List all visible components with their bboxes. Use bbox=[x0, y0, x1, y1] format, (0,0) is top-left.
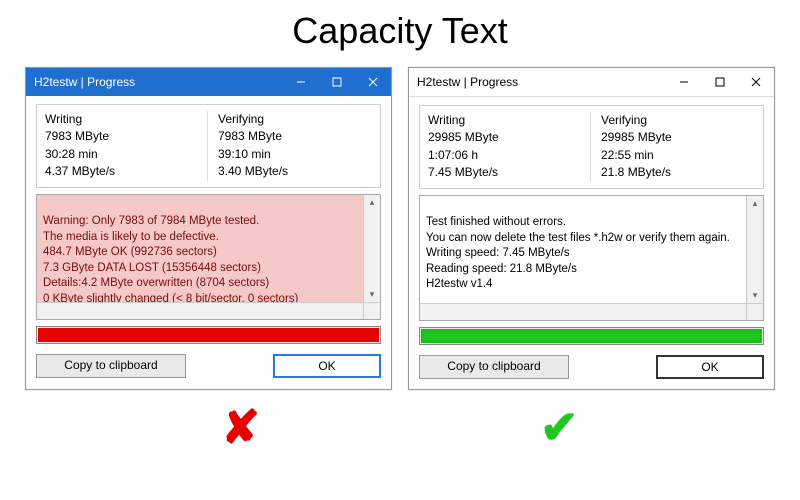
writing-speed: 4.37 MByte/s bbox=[45, 163, 199, 180]
stats-panel: Writing 7983 MByte 30:28 min 4.37 MByte/… bbox=[36, 104, 381, 188]
window-controls bbox=[283, 68, 391, 96]
scroll-up-icon[interactable]: ▴ bbox=[747, 196, 763, 212]
verifying-bytes: 29985 MByte bbox=[601, 129, 755, 146]
writing-column: Writing 29985 MByte 1:07:06 h 7.45 MByte… bbox=[428, 112, 591, 182]
button-row: Copy to clipboard OK bbox=[419, 355, 764, 379]
maximize-button[interactable] bbox=[702, 68, 738, 96]
log-output[interactable]: Test finished without errors. You can no… bbox=[419, 195, 764, 321]
scroll-down-icon[interactable]: ▾ bbox=[364, 287, 380, 303]
progress-fill bbox=[421, 329, 762, 343]
writing-speed: 7.45 MByte/s bbox=[428, 164, 582, 181]
ok-button[interactable]: OK bbox=[273, 354, 381, 378]
writing-label: Writing bbox=[428, 112, 582, 129]
maximize-button[interactable] bbox=[319, 68, 355, 96]
scrollbar-horizontal[interactable]: ◂ ▸ bbox=[420, 303, 747, 320]
progress-fill bbox=[38, 328, 379, 342]
writing-time: 30:28 min bbox=[45, 146, 199, 163]
dialog-body: Writing 29985 MByte 1:07:06 h 7.45 MByte… bbox=[409, 97, 774, 389]
verifying-column: Verifying 7983 MByte 39:10 min 3.40 MByt… bbox=[208, 111, 372, 181]
dialog-failed: H2testw | Progress Writing 7983 MByte 30… bbox=[25, 67, 392, 390]
ok-button[interactable]: OK bbox=[656, 355, 764, 379]
writing-time: 1:07:06 h bbox=[428, 147, 582, 164]
writing-bytes: 29985 MByte bbox=[428, 129, 582, 146]
scroll-corner bbox=[363, 302, 380, 319]
verdict-row: ✘ ✔ bbox=[0, 400, 800, 454]
cross-icon: ✘ bbox=[221, 400, 260, 454]
log-output[interactable]: Warning: Only 7983 of 7984 MByte tested.… bbox=[36, 194, 381, 320]
stats-panel: Writing 29985 MByte 1:07:06 h 7.45 MByte… bbox=[419, 105, 764, 189]
log-text: Test finished without errors. You can no… bbox=[426, 216, 730, 290]
progress-bar bbox=[419, 327, 764, 345]
dialog-body: Writing 7983 MByte 30:28 min 4.37 MByte/… bbox=[26, 96, 391, 388]
dialog-passed: H2testw | Progress Writing 29985 MByte 1… bbox=[408, 67, 775, 390]
writing-bytes: 7983 MByte bbox=[45, 128, 199, 145]
scrollbar-vertical[interactable]: ▴ ▾ bbox=[363, 195, 380, 303]
scroll-corner bbox=[746, 303, 763, 320]
close-button[interactable] bbox=[355, 68, 391, 96]
scrollbar-horizontal[interactable]: ◂ ▸ bbox=[37, 302, 364, 319]
page-title: Capacity Text bbox=[0, 10, 800, 52]
writing-label: Writing bbox=[45, 111, 199, 128]
dialog-row: H2testw | Progress Writing 7983 MByte 30… bbox=[0, 67, 800, 390]
verifying-speed: 21.8 MByte/s bbox=[601, 164, 755, 181]
window-controls bbox=[666, 68, 774, 96]
window-title: H2testw | Progress bbox=[417, 75, 666, 89]
verifying-column: Verifying 29985 MByte 22:55 min 21.8 MBy… bbox=[591, 112, 755, 182]
verifying-label: Verifying bbox=[218, 111, 372, 128]
minimize-button[interactable] bbox=[666, 68, 702, 96]
scrollbar-vertical[interactable]: ▴ ▾ bbox=[746, 196, 763, 304]
minimize-button[interactable] bbox=[283, 68, 319, 96]
verifying-speed: 3.40 MByte/s bbox=[218, 163, 372, 180]
copy-to-clipboard-button[interactable]: Copy to clipboard bbox=[419, 355, 569, 379]
copy-to-clipboard-button[interactable]: Copy to clipboard bbox=[36, 354, 186, 378]
button-row: Copy to clipboard OK bbox=[36, 354, 381, 378]
close-button[interactable] bbox=[738, 68, 774, 96]
scroll-left-icon[interactable]: ◂ bbox=[420, 319, 436, 320]
verifying-label: Verifying bbox=[601, 112, 755, 129]
check-icon: ✔ bbox=[540, 400, 579, 454]
scroll-down-icon[interactable]: ▾ bbox=[747, 288, 763, 304]
verifying-bytes: 7983 MByte bbox=[218, 128, 372, 145]
writing-column: Writing 7983 MByte 30:28 min 4.37 MByte/… bbox=[45, 111, 208, 181]
window-title: H2testw | Progress bbox=[34, 75, 283, 89]
scroll-left-icon[interactable]: ◂ bbox=[37, 318, 53, 319]
verifying-time: 22:55 min bbox=[601, 147, 755, 164]
scroll-up-icon[interactable]: ▴ bbox=[364, 195, 380, 211]
titlebar: H2testw | Progress bbox=[26, 68, 391, 96]
progress-bar bbox=[36, 326, 381, 344]
verifying-time: 39:10 min bbox=[218, 146, 372, 163]
titlebar: H2testw | Progress bbox=[409, 68, 774, 97]
